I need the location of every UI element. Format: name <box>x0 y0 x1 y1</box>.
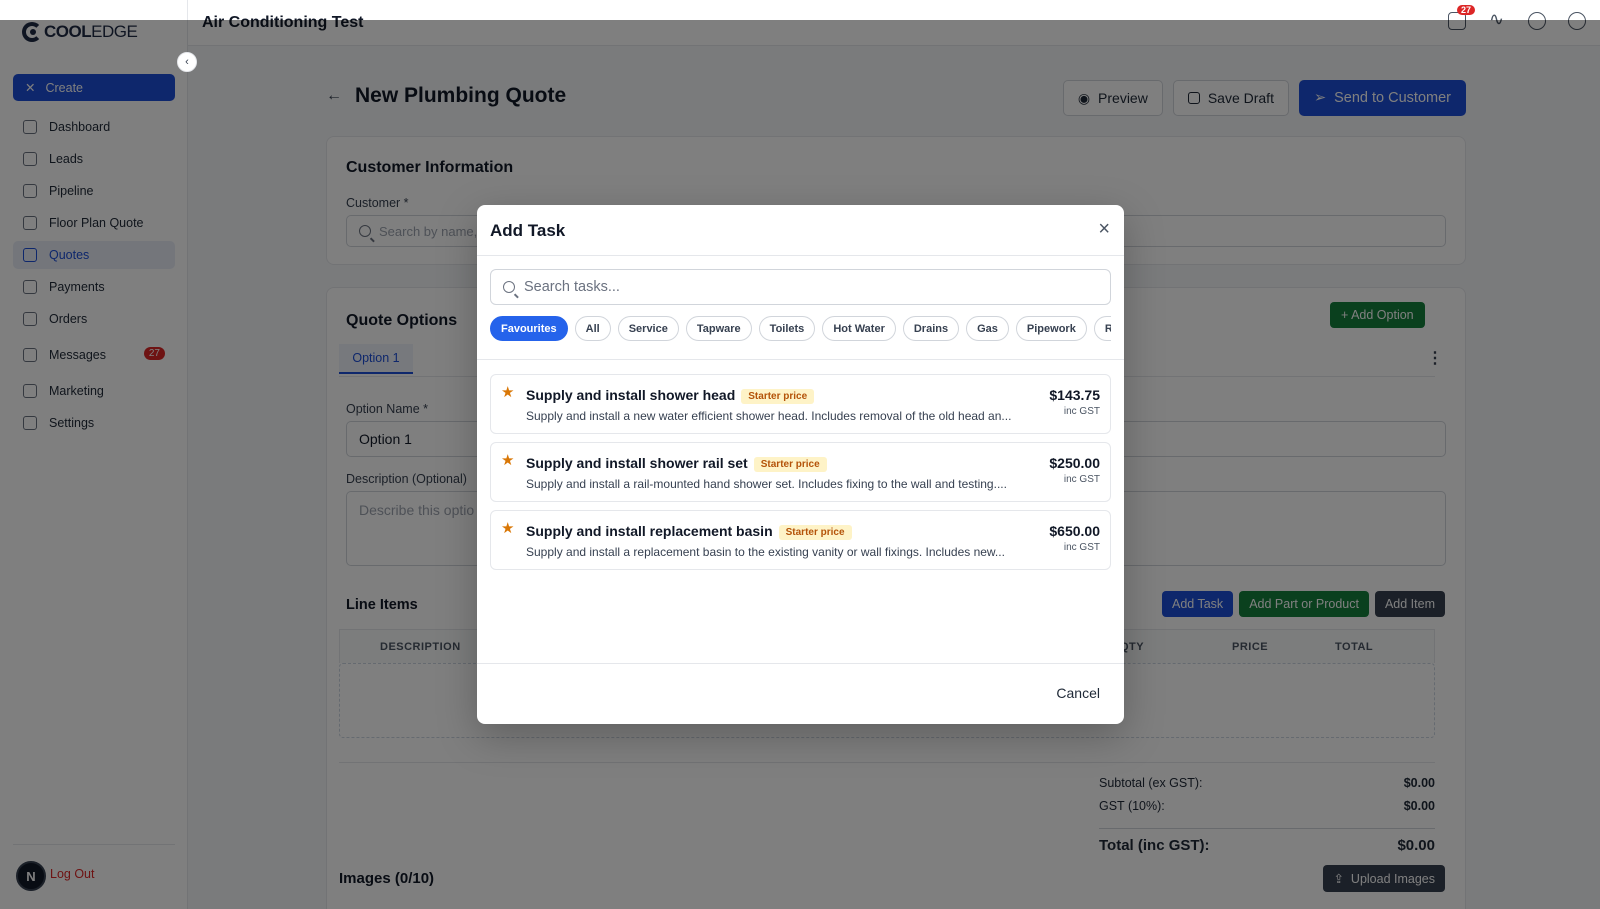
modal-header-divider <box>477 255 1124 256</box>
collapse-sidebar-button[interactable]: ‹ <box>177 52 197 72</box>
task-name-text: Supply and install shower head <box>526 387 736 403</box>
task-gst-note: inc GST <box>1063 474 1100 485</box>
task-price: $143.75 <box>1049 387 1100 403</box>
category-filter-chips: Favourites All Service Tapware Toilets H… <box>490 316 1111 343</box>
task-description: Supply and install a rail-mounted hand s… <box>526 477 1007 491</box>
task-list-item[interactable]: ★ Supply and install shower head Starter … <box>490 374 1111 434</box>
cancel-button[interactable]: Cancel <box>1056 685 1100 701</box>
task-gst-note: inc GST <box>1063 406 1100 417</box>
chip-favourites[interactable]: Favourites <box>490 316 568 341</box>
task-name: Supply and install shower rail set Starte… <box>526 455 827 472</box>
star-icon[interactable]: ★ <box>501 383 514 401</box>
chip-toilets[interactable]: Toilets <box>758 316 816 341</box>
task-gst-note: inc GST <box>1063 542 1100 553</box>
task-list-item[interactable]: ★ Supply and install shower rail set Star… <box>490 442 1111 502</box>
notification-badge: 27 <box>1456 5 1475 15</box>
chip-hot-water[interactable]: Hot Water <box>822 316 896 341</box>
starter-price-badge: Starter price <box>778 525 852 540</box>
task-name: Supply and install replacement basin Star… <box>526 523 852 540</box>
modal-filter-divider <box>477 359 1124 360</box>
task-search-input[interactable]: Search tasks... <box>490 269 1111 305</box>
task-description: Supply and install a replacement basin t… <box>526 545 1005 559</box>
chevron-left-icon: ‹ <box>185 56 189 68</box>
chip-pipework[interactable]: Pipework <box>1015 316 1087 341</box>
starter-price-badge: Starter price <box>741 389 815 404</box>
task-description: Supply and install a new water efficient… <box>526 409 1012 423</box>
chip-roof[interactable]: Roof a <box>1093 316 1111 341</box>
add-task-modal: Add Task × Search tasks... Favourites Al… <box>477 205 1124 724</box>
task-price: $650.00 <box>1049 523 1100 539</box>
chip-gas[interactable]: Gas <box>966 316 1009 341</box>
task-name: Supply and install shower head Starter pr… <box>526 387 815 404</box>
task-price: $250.00 <box>1049 455 1100 471</box>
star-icon[interactable]: ★ <box>501 451 514 469</box>
chip-service[interactable]: Service <box>617 316 679 341</box>
star-icon[interactable]: ★ <box>501 519 514 537</box>
task-name-text: Supply and install shower rail set <box>526 455 748 471</box>
search-icon <box>503 281 515 293</box>
modal-footer-divider <box>477 663 1124 664</box>
chip-tapware[interactable]: Tapware <box>685 316 752 341</box>
close-icon[interactable]: × <box>1098 218 1110 241</box>
task-name-text: Supply and install replacement basin <box>526 523 773 539</box>
chip-all[interactable]: All <box>574 316 611 341</box>
task-list-item[interactable]: ★ Supply and install replacement basin St… <box>490 510 1111 570</box>
modal-title: Add Task <box>490 221 566 240</box>
task-search-placeholder: Search tasks... <box>524 279 620 295</box>
starter-price-badge: Starter price <box>753 457 827 472</box>
chip-drains[interactable]: Drains <box>902 316 960 341</box>
